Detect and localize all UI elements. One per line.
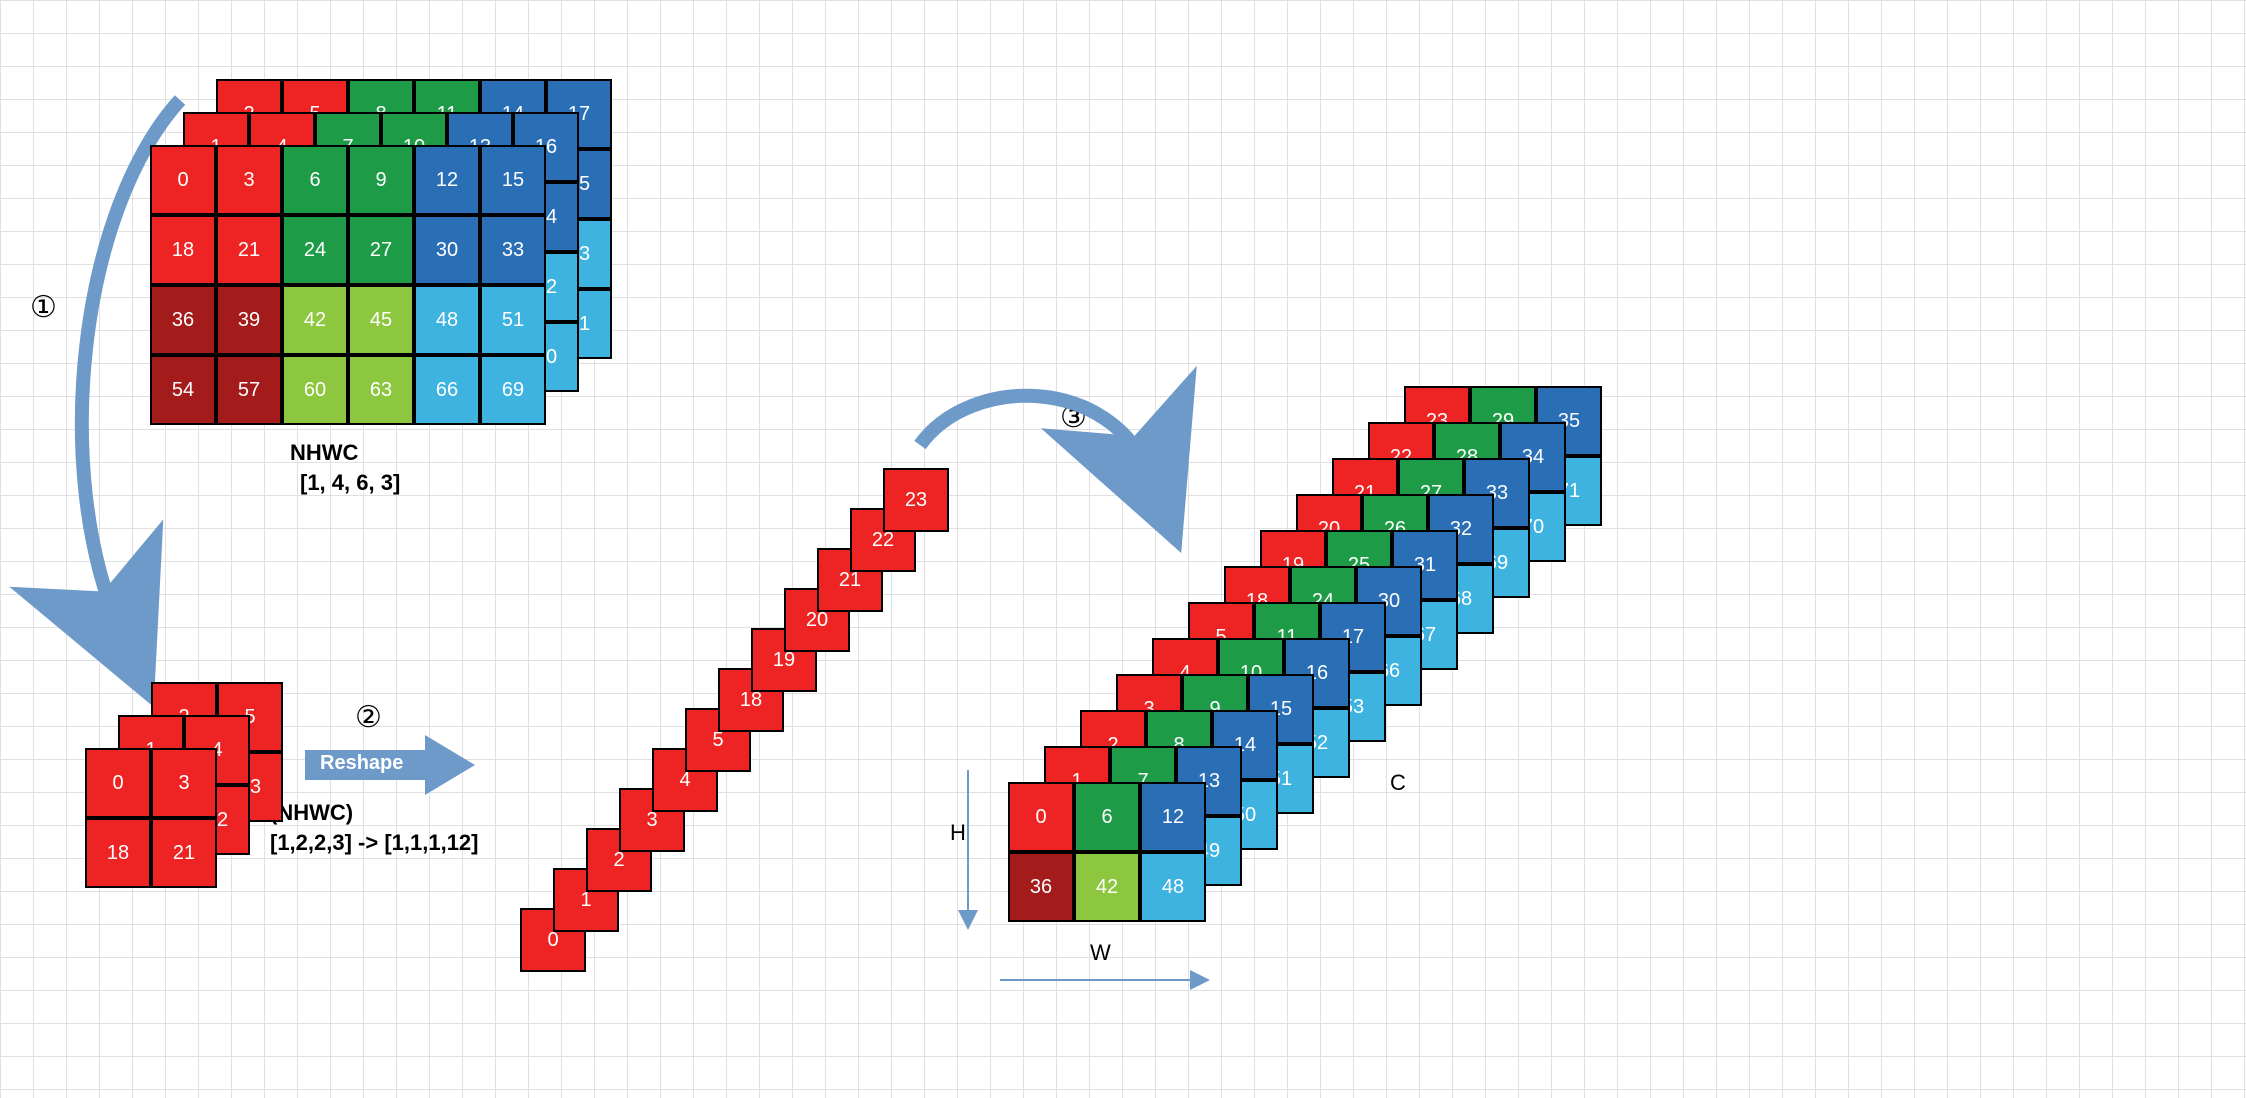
tensorA-l0-r0-c0: 0 — [150, 145, 216, 215]
reshape-button-label: Reshape — [320, 752, 403, 775]
tensorA-l0-r1-c1: 21 — [216, 215, 282, 285]
tensor-a-shape-label: [1, 4, 6, 3] — [300, 470, 400, 496]
tensorB-l0-r0-c0: 0 — [85, 748, 151, 818]
tensorA-l0-r3-c2: 60 — [282, 355, 348, 425]
tensorA-l0-r2-c4: 48 — [414, 285, 480, 355]
tensorB-l0-r0-c1: 3 — [151, 748, 217, 818]
step-2-marker: ② — [355, 700, 382, 735]
tensorA-l0-r0-c2: 6 — [282, 145, 348, 215]
tensorC-l0-r0-c1: 6 — [1074, 782, 1140, 852]
tensor-b-shape-label: [1,2,2,3] -> [1,1,1,12] — [270, 830, 479, 856]
tensorA-l0-r1-c2: 24 — [282, 215, 348, 285]
ladder-11: 23 — [883, 468, 949, 532]
tensorB-l0-r1-c0: 18 — [85, 818, 151, 888]
axis-w-label: W — [1090, 940, 1111, 966]
tensorA-l0-r2-c2: 42 — [282, 285, 348, 355]
tensorA-l0-r1-c3: 27 — [348, 215, 414, 285]
tensorC-l0-r1-c1: 42 — [1074, 852, 1140, 922]
tensorA-l0-r0-c3: 9 — [348, 145, 414, 215]
axis-h-arrow — [958, 770, 978, 930]
tensorA-l0-r0-c4: 12 — [414, 145, 480, 215]
tensorA-l0-r2-c3: 45 — [348, 285, 414, 355]
tensorA-l0-r2-c1: 39 — [216, 285, 282, 355]
axis-w-arrow — [1000, 970, 1210, 990]
tensorA-l0-r3-c1: 57 — [216, 355, 282, 425]
tensorA-l0-r1-c4: 30 — [414, 215, 480, 285]
arrow-3 — [910, 365, 1170, 525]
tensorA-l0-r1-c0: 18 — [150, 215, 216, 285]
tensorC-l0-r1-c0: 36 — [1008, 852, 1074, 922]
tensorA-l0-r0-c1: 3 — [216, 145, 282, 215]
diagram-stage: ① ② ③ Reshape NHWC [1, 4, 6, 3] (NHWC) [… — [0, 0, 2246, 1098]
tensorA-l0-r3-c3: 63 — [348, 355, 414, 425]
tensorC-l0-r0-c2: 12 — [1140, 782, 1206, 852]
tensorB-l0-r1-c1: 21 — [151, 818, 217, 888]
tensorC-l0-r1-c2: 48 — [1140, 852, 1206, 922]
tensorA-l0-r3-c5: 69 — [480, 355, 546, 425]
tensorA-l0-r3-c0: 54 — [150, 355, 216, 425]
tensorA-l0-r2-c5: 51 — [480, 285, 546, 355]
tensorA-l0-r0-c5: 15 — [480, 145, 546, 215]
tensorA-l0-r2-c0: 36 — [150, 285, 216, 355]
tensorA-l0-r1-c5: 33 — [480, 215, 546, 285]
tensor-a-format-label: NHWC — [290, 440, 358, 466]
tensorC-l0-r0-c0: 0 — [1008, 782, 1074, 852]
tensorA-l0-r3-c4: 66 — [414, 355, 480, 425]
